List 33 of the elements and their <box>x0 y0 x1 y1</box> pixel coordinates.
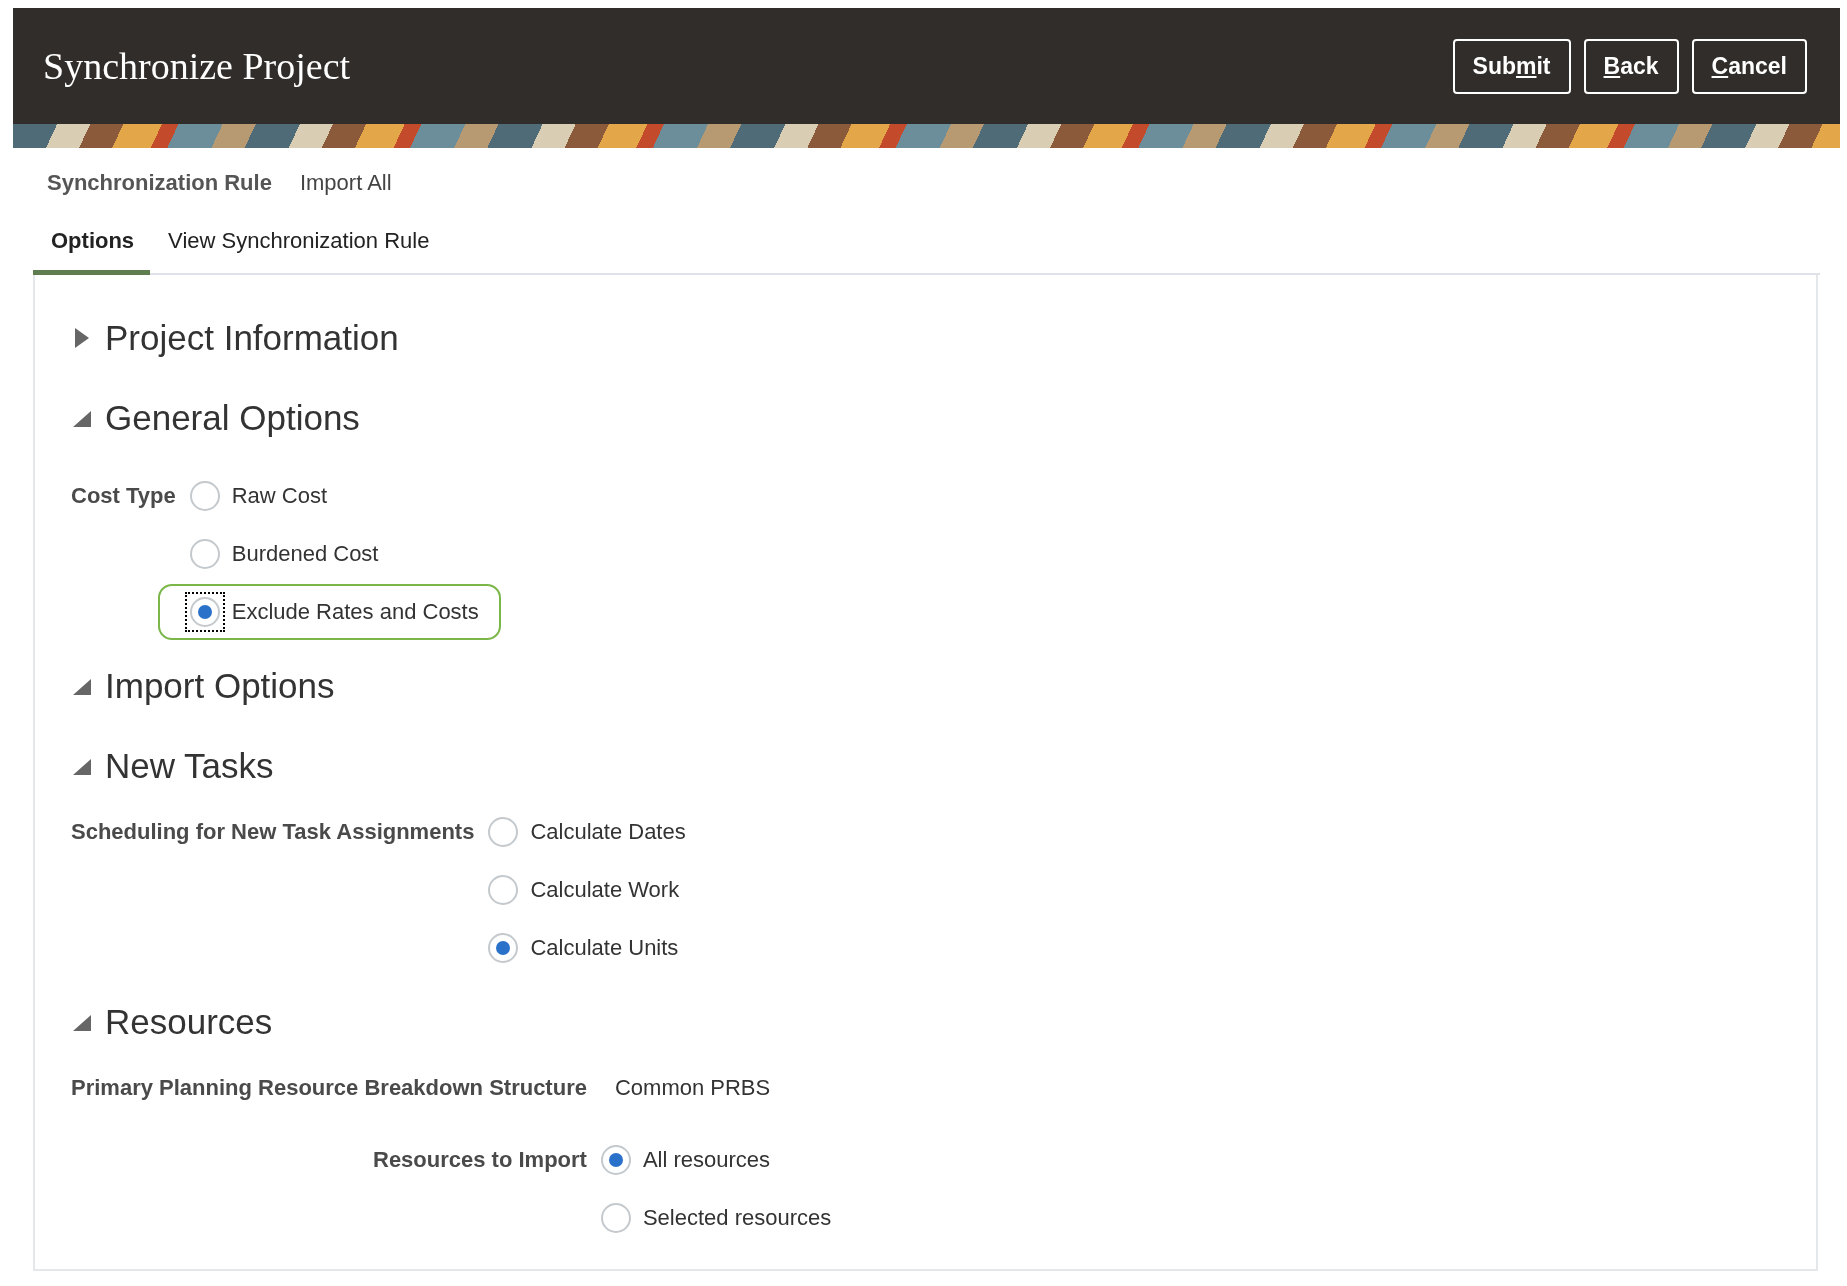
radio-button[interactable] <box>189 481 220 511</box>
field-value: Common PRBS <box>613 1074 772 1102</box>
tab[interactable]: Options <box>33 214 151 275</box>
nav-link[interactable]: Synchronization Rule <box>47 170 272 196</box>
radio-button[interactable] <box>189 539 220 569</box>
tab[interactable]: View Synchronization Rule <box>150 214 446 275</box>
section-title[interactable]: General Options <box>105 398 360 438</box>
field-label: Scheduling for New Task Assignments <box>71 818 475 846</box>
radio-button[interactable] <box>488 933 519 963</box>
field-label: Primary Planning Resource Breakdown Structure <box>71 1074 587 1102</box>
radio-label[interactable]: Calculate Units <box>530 935 679 961</box>
field-label: Cost Type <box>71 482 176 510</box>
header-button[interactable]: Submit <box>1452 38 1571 94</box>
section-title[interactable]: New Tasks <box>105 746 274 786</box>
radio-button[interactable] <box>488 875 519 905</box>
radio-button[interactable] <box>600 1145 631 1175</box>
radio-label[interactable]: All resources <box>642 1147 771 1173</box>
section-title[interactable]: Project Information <box>105 318 399 358</box>
radio-label[interactable]: Calculate Dates <box>530 819 686 845</box>
radio-label[interactable]: Burdened Cost <box>231 541 379 567</box>
section-title[interactable]: Resources <box>105 1002 273 1042</box>
section-title[interactable]: Import Options <box>105 666 335 706</box>
field-label: Resources to Import <box>373 1146 587 1174</box>
header-button[interactable]: Cancel <box>1691 38 1807 94</box>
nav-link[interactable]: Import All <box>299 170 392 196</box>
radio-button[interactable] <box>488 817 519 847</box>
radio-label[interactable]: Exclude Rates and Costs <box>231 599 479 625</box>
radio-label[interactable]: Raw Cost <box>231 483 328 509</box>
page-title: Synchronize Project <box>43 44 351 88</box>
radio-label[interactable]: Selected resources <box>642 1205 832 1231</box>
radio-label[interactable]: Calculate Work <box>530 877 680 903</box>
radio-button[interactable] <box>600 1203 631 1233</box>
header-button[interactable]: Back <box>1583 38 1679 94</box>
